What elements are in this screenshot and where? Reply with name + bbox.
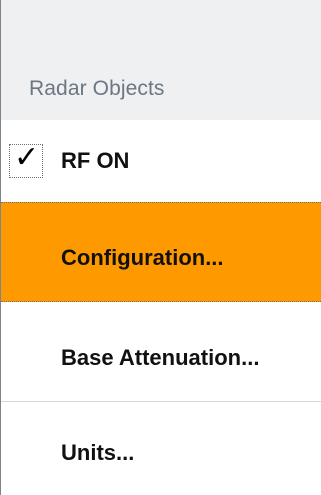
menu-item-label: RF ON bbox=[61, 148, 130, 173]
menu-item-rf-on[interactable]: ✓ RF ON bbox=[1, 120, 321, 202]
menu-item-label: Units... bbox=[61, 440, 135, 465]
menu-header: Radar Objects bbox=[1, 0, 321, 120]
menu-item-units[interactable]: Units... bbox=[1, 402, 321, 495]
menu-item-base-attenuation[interactable]: Base Attenuation... bbox=[1, 302, 321, 402]
menu-item-label: Configuration... bbox=[61, 245, 224, 270]
menu-item-configuration[interactable]: Configuration... bbox=[1, 202, 321, 302]
menu-header-title: Radar Objects bbox=[29, 77, 165, 100]
context-menu: Radar Objects ✓ RF ON Configuration... B… bbox=[0, 0, 321, 495]
menu-item-label: Base Attenuation... bbox=[61, 345, 260, 370]
check-icon: ✓ bbox=[14, 140, 40, 175]
